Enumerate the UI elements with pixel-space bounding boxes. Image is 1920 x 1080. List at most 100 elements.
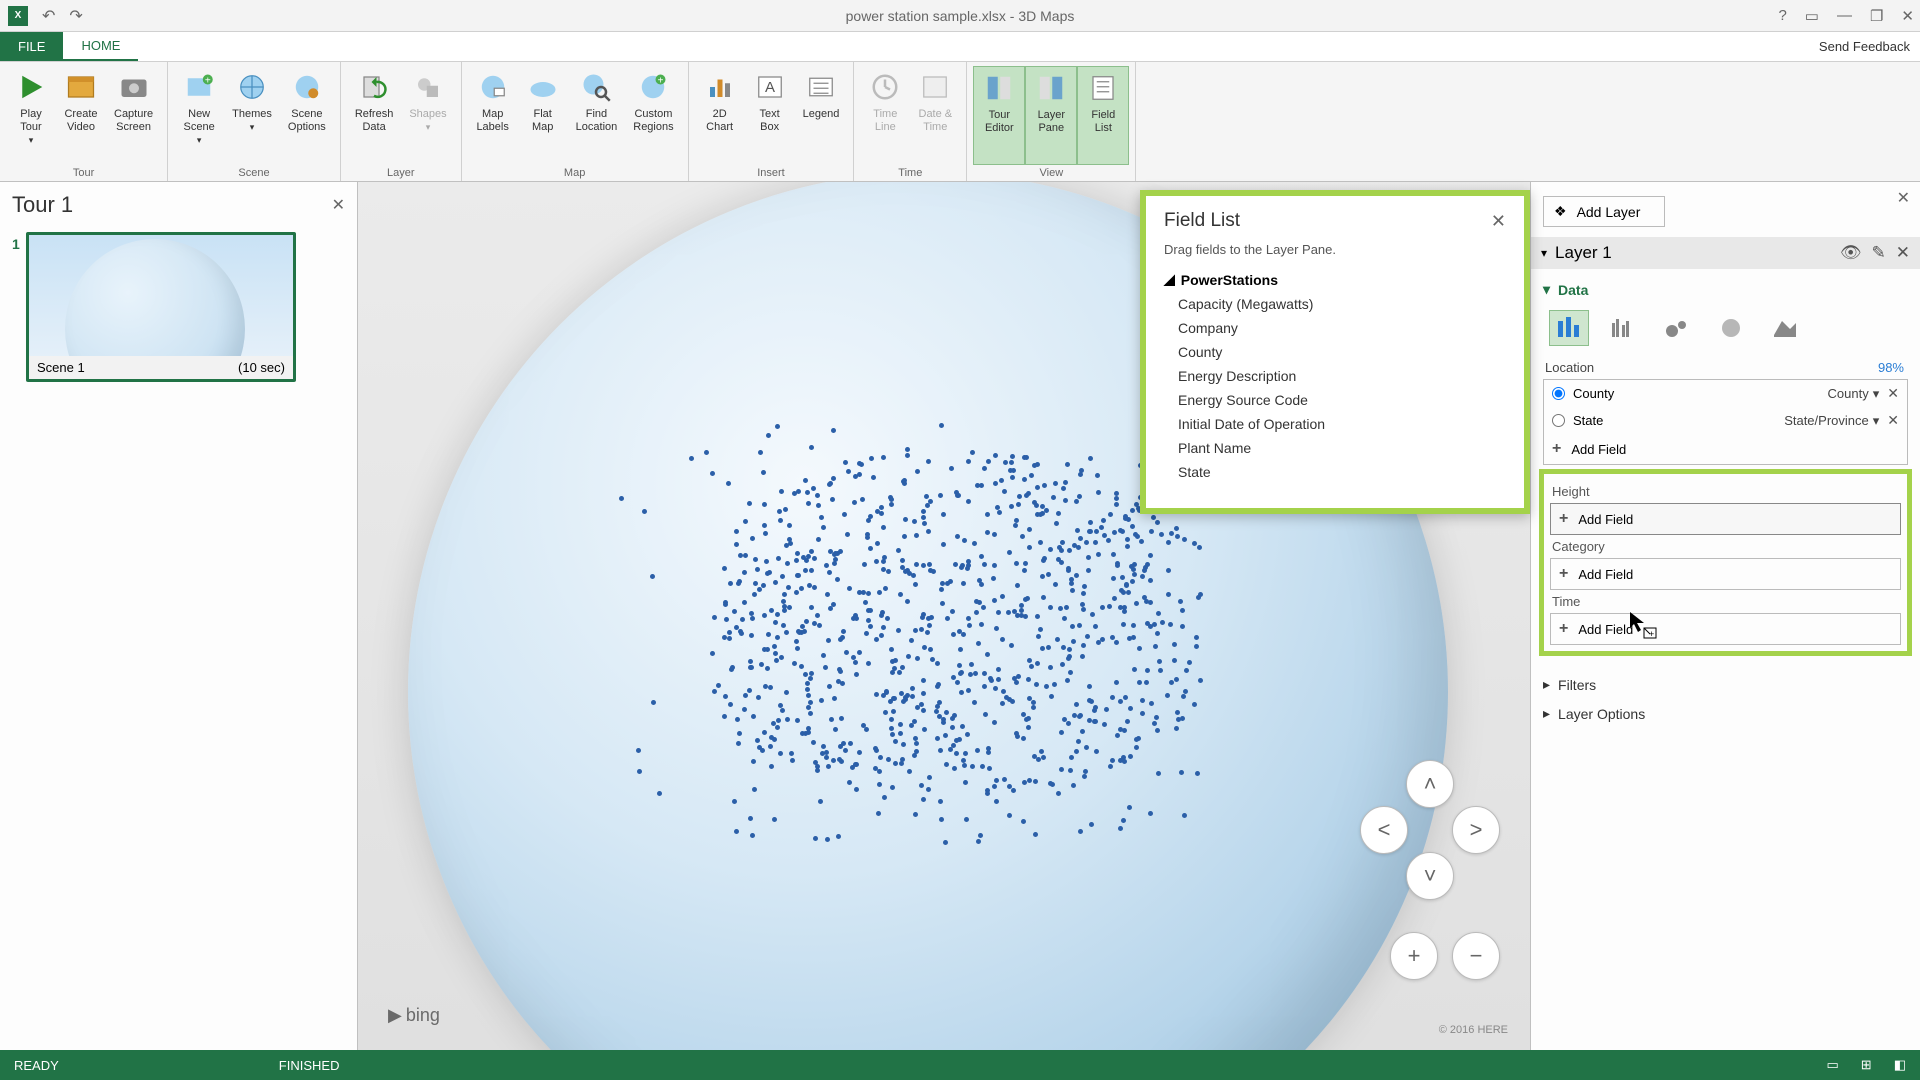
viz-stacked-column-button[interactable] (1549, 310, 1589, 346)
plus-icon: + (1559, 620, 1568, 638)
visibility-icon[interactable]: 👁 (1840, 243, 1862, 263)
globe-icon (235, 70, 269, 104)
2d-chart-button[interactable]: 2D Chart (695, 66, 745, 165)
chevron-down-icon[interactable]: ▾ (1873, 413, 1880, 429)
plus-icon: + (1559, 510, 1568, 528)
refresh-data-button[interactable]: Refresh Data (347, 66, 402, 165)
title-bar: X ↶ ↷ power station sample.xlsx - 3D Map… (0, 0, 1920, 32)
legend-button[interactable]: Legend (795, 66, 848, 165)
close-tour-pane[interactable]: ✕ (332, 195, 345, 215)
chevron-down-icon: ▾ (1541, 246, 1547, 260)
undo-button[interactable]: ↶ (42, 6, 55, 26)
play-tour-button[interactable]: Play Tour▾ (6, 66, 56, 165)
minimize-icon[interactable]: — (1837, 7, 1852, 25)
field-list-item[interactable]: Energy Description (1178, 364, 1506, 388)
plus-icon: + (1559, 565, 1568, 583)
height-dropzone[interactable]: +Add Field (1550, 503, 1901, 535)
capture-screen-button[interactable]: Capture Screen (106, 66, 161, 165)
status-ready: READY (14, 1058, 59, 1073)
new-scene-button[interactable]: +New Scene▾ (174, 66, 224, 165)
viz-bubble-button[interactable] (1657, 310, 1697, 346)
field-list-panel[interactable]: Field List ✕ Drag fields to the Layer Pa… (1140, 190, 1530, 514)
send-feedback-link[interactable]: Send Feedback (1819, 32, 1910, 61)
statusbar-view1-icon[interactable]: ▭ (1827, 1057, 1839, 1073)
chart-icon (703, 70, 737, 104)
scene-index: 1 (12, 236, 20, 252)
pan-left-button[interactable]: ˂ (1360, 806, 1408, 854)
field-list-item[interactable]: Plant Name (1178, 436, 1506, 460)
shapes-icon (411, 70, 445, 104)
map-labels-button[interactable]: Map Labels (468, 66, 518, 165)
custom-regions-button[interactable]: +Custom Regions (625, 66, 681, 165)
pan-right-button[interactable]: ˃ (1452, 806, 1500, 854)
redo-button[interactable]: ↷ (69, 6, 82, 26)
location-radio-state[interactable] (1552, 414, 1565, 427)
scene-icon: + (182, 70, 216, 104)
create-video-button[interactable]: Create Video (56, 66, 106, 165)
data-section-header[interactable]: ▾Data (1543, 275, 1908, 304)
time-dropzone[interactable]: +Add Field (1550, 613, 1901, 645)
location-radio-county[interactable] (1552, 387, 1565, 400)
layer-options-section[interactable]: ▸Layer Options (1543, 699, 1908, 728)
field-list-item[interactable]: Company (1178, 316, 1506, 340)
layer-header[interactable]: ▾ Layer 1 👁 ✎ ✕ (1531, 237, 1920, 269)
scene-duration: (10 sec) (238, 360, 285, 375)
timeline-button: Time Line (860, 66, 910, 165)
remove-field-icon[interactable]: ✕ (1887, 385, 1899, 402)
themes-button[interactable]: Themes▾ (224, 66, 280, 165)
ribbon-group-tour: Tour (6, 165, 161, 179)
chevron-down-icon[interactable]: ▾ (1873, 386, 1880, 402)
clock-icon (868, 70, 902, 104)
filters-section[interactable]: ▸Filters (1543, 670, 1908, 699)
add-layer-button[interactable]: ❖ Add Layer (1543, 196, 1665, 227)
close-field-list[interactable]: ✕ (1491, 211, 1506, 232)
ribbon-group-insert: Insert (695, 165, 848, 179)
zoom-out-button[interactable]: − (1452, 932, 1500, 980)
rename-icon[interactable]: ✎ (1872, 243, 1886, 263)
chevron-right-icon: ▸ (1543, 676, 1550, 693)
pan-down-button[interactable]: ˅ (1406, 852, 1454, 900)
find-location-button[interactable]: Find Location (568, 66, 626, 165)
location-add-field[interactable]: +Add Field (1544, 434, 1907, 464)
statusbar-view2-icon[interactable]: ⊞ (1861, 1057, 1872, 1073)
tour-editor-button[interactable]: Tour Editor (973, 66, 1025, 165)
restore-icon[interactable]: ❐ (1870, 7, 1883, 25)
flat-map-button[interactable]: Flat Map (518, 66, 568, 165)
viz-clustered-column-button[interactable] (1603, 310, 1643, 346)
field-list-table[interactable]: ◢PowerStations (1164, 271, 1506, 288)
tab-home[interactable]: HOME (63, 32, 138, 61)
chevron-down-icon: ◢ (1164, 271, 1175, 288)
ribbon: Play Tour▾ Create Video Capture Screen T… (0, 62, 1920, 182)
field-list-item[interactable]: County (1178, 340, 1506, 364)
play-icon (14, 70, 48, 104)
location-row-state[interactable]: State State/Province ▾ ✕ (1544, 407, 1907, 434)
zoom-in-button[interactable]: + (1390, 932, 1438, 980)
category-dropzone[interactable]: +Add Field (1550, 558, 1901, 590)
viz-heatmap-button[interactable] (1711, 310, 1751, 346)
remove-field-icon[interactable]: ✕ (1887, 412, 1899, 429)
tour-title: Tour 1 (12, 192, 73, 218)
help-icon[interactable]: ? (1778, 7, 1786, 25)
ribbon-options-icon[interactable]: ▭ (1805, 7, 1819, 25)
ribbon-group-scene: Scene (174, 165, 334, 179)
layer-pane-button[interactable]: Layer Pane (1025, 66, 1077, 165)
field-list-button[interactable]: Field List (1077, 66, 1129, 165)
location-match-pct[interactable]: 98% (1878, 360, 1904, 375)
chevron-down-icon: ▾ (1543, 281, 1550, 298)
pan-up-button[interactable]: ˄ (1406, 760, 1454, 808)
tab-file[interactable]: FILE (0, 32, 63, 61)
close-layer-pane[interactable]: ✕ (1897, 188, 1910, 208)
close-window-icon[interactable]: ✕ (1901, 7, 1914, 25)
field-list-item[interactable]: Energy Source Code (1178, 388, 1506, 412)
field-list-item[interactable]: Initial Date of Operation (1178, 412, 1506, 436)
location-row-county[interactable]: County County ▾ ✕ (1544, 380, 1907, 407)
text-box-button[interactable]: AText Box (745, 66, 795, 165)
statusbar-view3-icon[interactable]: ◧ (1894, 1057, 1906, 1073)
field-list-item[interactable]: Capacity (Megawatts) (1178, 292, 1506, 316)
camera-icon (117, 70, 151, 104)
scene-options-button[interactable]: Scene Options (280, 66, 334, 165)
scene-thumbnail[interactable]: Scene 1 (10 sec) (26, 232, 296, 382)
viz-region-button[interactable] (1765, 310, 1805, 346)
field-list-item[interactable]: State (1178, 460, 1506, 484)
delete-layer-icon[interactable]: ✕ (1896, 243, 1910, 263)
